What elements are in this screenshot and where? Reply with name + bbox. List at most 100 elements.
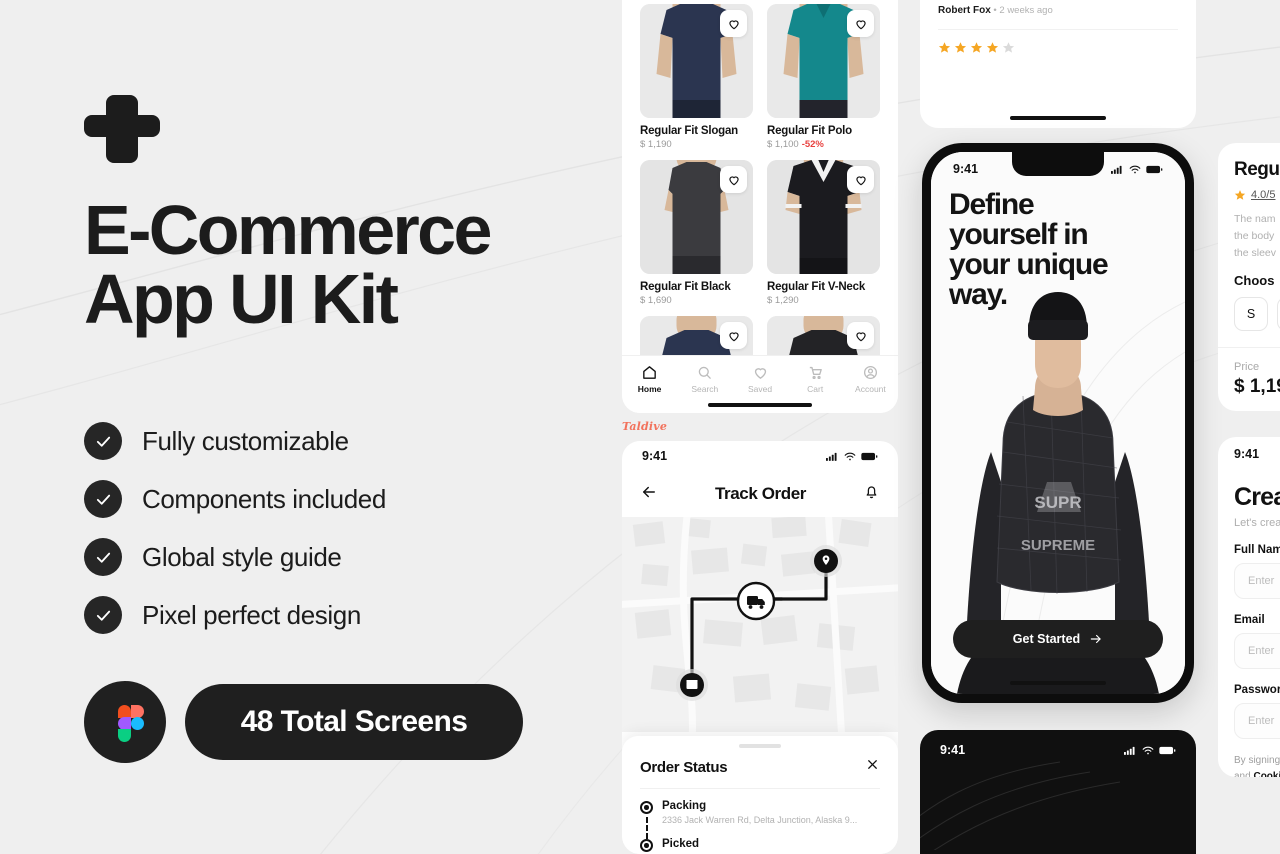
review-body: I just bought it and the stuff is really… (920, 0, 1196, 54)
cta-group: 48 Total Screens (84, 681, 523, 763)
terms-prefix: and (1234, 771, 1254, 777)
sheet-header: Order Status (640, 748, 880, 789)
order-status-sheet: Order Status Packing 2336 Jack Warren Rd… (622, 736, 898, 854)
dark-arcs (920, 761, 1121, 854)
email-label: Email (1234, 614, 1265, 626)
price-value: $ 1,290 (767, 295, 799, 306)
full-name-label: Full Nam (1234, 544, 1280, 556)
battery-icon (861, 452, 878, 460)
order-status-title: Order Status (640, 758, 728, 776)
password-label: Passwor (1234, 684, 1280, 696)
description-line-3: the sleev (1234, 246, 1277, 259)
product-image (640, 160, 753, 274)
full-name-field[interactable]: Enter (1234, 563, 1280, 599)
cellular-icon (826, 452, 837, 461)
size-selector: S (1234, 297, 1280, 332)
headline-line-1: Define (949, 188, 1035, 221)
order-step: Picked (640, 838, 880, 852)
product-detail-title: Regul (1234, 159, 1280, 180)
review-card-screen: I just bought it and the stuff is really… (920, 0, 1196, 128)
tab-cart[interactable]: Cart (788, 364, 843, 394)
product-image (640, 4, 753, 118)
check-icon (84, 480, 122, 518)
tab-home[interactable]: Home (622, 364, 677, 394)
battery-icon (1146, 165, 1163, 173)
product-detail-screen: Regul 4.0/5 The nam the body the sleev C… (1218, 143, 1280, 411)
product-card[interactable]: Regular Fit Polo $ 1,100 -52% (767, 4, 880, 150)
signup-title: Crea (1234, 483, 1280, 511)
product-image (767, 160, 880, 274)
step-dot-icon (640, 801, 653, 814)
product-price: $ 1,290 (767, 295, 880, 306)
bell-icon[interactable] (863, 483, 880, 505)
svg-text:SUPREME: SUPREME (1021, 537, 1095, 554)
review-separator: • (993, 4, 997, 16)
get-started-button[interactable]: Get Started (953, 620, 1163, 658)
onboarding-screen: SUPR SUPREME 9:41 Define yourself in you… (931, 152, 1185, 694)
price-value: $ 1,190 (640, 139, 672, 150)
product-card[interactable]: Regular Fit V-Neck $ 1,290 (767, 160, 880, 306)
feature-label: Fully customizable (142, 425, 349, 456)
favorite-button[interactable] (847, 322, 874, 349)
total-screens-button[interactable]: 48 Total Screens (185, 684, 523, 760)
star-icon (986, 41, 999, 53)
review-author: Robert Fox (938, 4, 991, 16)
rating-value: 4.0/5 (1251, 189, 1276, 201)
favorite-button[interactable] (847, 166, 874, 193)
favorite-button[interactable] (720, 10, 747, 37)
promo-screenshot: E-Commerce App UI Kit Fully customizable… (0, 0, 1280, 854)
feature-item: Global style guide (84, 528, 386, 586)
close-icon[interactable] (865, 757, 880, 777)
rating-stars-next (938, 41, 1178, 54)
step-address: 2336 Jack Warren Rd, Delta Junction, Ala… (662, 815, 858, 825)
product-card[interactable]: Regular Fit Black $ 1,690 (640, 160, 753, 306)
product-grid-screen: Regular Fit Slogan $ 1,190 Regular Fit P… (622, 0, 898, 413)
wifi-icon (1142, 746, 1154, 754)
map-pin-icon (810, 545, 842, 577)
password-field[interactable]: Enter (1234, 703, 1280, 739)
delivery-map[interactable] (622, 517, 898, 732)
back-button[interactable] (640, 483, 658, 506)
tab-label: Home (637, 384, 662, 394)
product-name: Regular Fit Slogan (640, 125, 738, 137)
status-time: 9:41 (953, 162, 979, 176)
tab-account[interactable]: Account (843, 364, 898, 394)
page-title: E-Commerce App UI Kit (84, 195, 604, 333)
status-icons (1111, 165, 1163, 174)
star-icon (1234, 190, 1246, 200)
feature-list: Fully customizable Components included G… (84, 412, 386, 644)
step-connector (646, 817, 648, 839)
tab-search[interactable]: Search (677, 364, 732, 394)
promo-panel: E-Commerce App UI Kit Fully customizable… (0, 0, 620, 854)
onboarding-phone-device: SUPR SUPREME 9:41 Define yourself in you… (922, 143, 1194, 703)
product-image (767, 4, 880, 118)
store-icon (676, 669, 708, 701)
terms-line-1: By signing (1234, 755, 1280, 766)
email-field[interactable]: Enter (1234, 633, 1280, 669)
favorite-button[interactable] (720, 322, 747, 349)
favorite-button[interactable] (847, 10, 874, 37)
get-started-label: Get Started (1012, 632, 1081, 646)
headline-line-2: yourself in (949, 218, 1089, 251)
title-line-1: E-Commerce (84, 191, 492, 269)
wifi-icon (1129, 165, 1141, 173)
status-time: 9:41 (1234, 447, 1260, 461)
tab-label: Account (855, 384, 886, 394)
tab-saved[interactable]: Saved (732, 364, 787, 394)
check-icon (84, 538, 122, 576)
figma-logo-icon (84, 681, 166, 763)
favorite-button[interactable] (720, 166, 747, 193)
product-rating[interactable]: 4.0/5 (1234, 189, 1280, 201)
feature-item: Fully customizable (84, 412, 386, 470)
tab-label: Cart (807, 384, 824, 394)
size-option-s[interactable]: S (1234, 297, 1268, 332)
tab-label: Search (691, 384, 719, 394)
status-time: 9:41 (940, 743, 966, 757)
status-bar: 9:41 (1218, 437, 1280, 471)
product-card[interactable]: Regular Fit Slogan $ 1,190 (640, 4, 753, 150)
cookie-policy-link[interactable]: Cooki (1253, 771, 1280, 777)
cellular-icon (1111, 165, 1122, 174)
terms-text: By signing and Cooki (1234, 753, 1280, 777)
order-step: Packing 2336 Jack Warren Rd, Delta Junct… (640, 800, 880, 825)
track-order-screen: 9:41 Track Order Order Status Packing 23… (622, 441, 898, 854)
